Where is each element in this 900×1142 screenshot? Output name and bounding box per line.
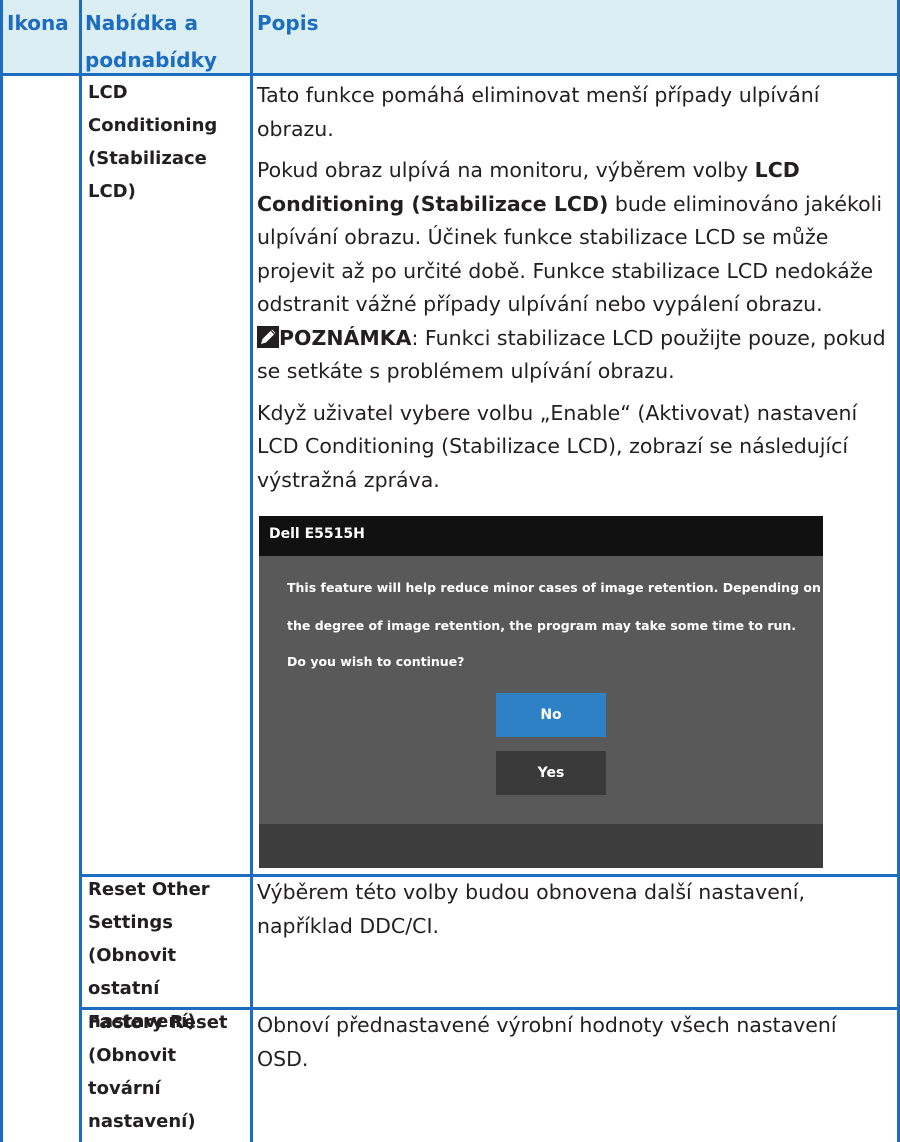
desc-cell-lcd-conditioning: Tato funkce pomáhá eliminovat menší příp… — [257, 79, 887, 497]
header-desc-label: Popis — [257, 11, 319, 35]
desc-paragraph-2: Pokud obraz ulpívá na monitoru, výběrem … — [257, 154, 887, 322]
header-menu-line1: Nabídka a — [85, 11, 198, 35]
table-divider-menu-desc — [250, 0, 253, 1142]
desc-cell-reset-other-settings: Výběrem této volby budou obnovena další … — [257, 880, 806, 938]
menu-line: Settings — [88, 912, 173, 933]
desc-text: Pokud obraz ulpívá na monitoru, výběrem … — [257, 158, 755, 182]
desc-paragraph-1: Tato funkce pomáhá eliminovat menší příp… — [257, 83, 820, 141]
menu-line: ostatní — [88, 978, 160, 999]
menu-line: tovární — [88, 1078, 161, 1099]
dialog-message-line1: This feature will help reduce minor case… — [287, 580, 821, 595]
table-border-left — [0, 0, 3, 1142]
header-cell-icon: Ikona — [0, 0, 79, 76]
desc-cell-factory-reset: Obnoví přednastavené výrobní hodnoty vše… — [257, 1013, 837, 1071]
menu-line: nastavení) — [88, 1111, 196, 1132]
menu-line: Conditioning — [88, 115, 218, 136]
menu-cell-lcd-conditioning: LCD Conditioning (Stabilizace LCD) — [88, 76, 217, 208]
menu-line: Reset Other — [88, 879, 210, 900]
header-menu-label: Nabídka a podnabídky — [85, 5, 217, 79]
note-label: POZNÁMKA — [279, 325, 412, 350]
menu-line: LCD — [88, 82, 128, 103]
header-icon-label: Ikona — [7, 11, 69, 35]
desc-paragraph-3: Když uživatel vybere volbu „Enable“ (Akt… — [257, 400, 858, 492]
menu-cell-factory-reset: Factory Reset (Obnovit tovární nastavení… — [88, 1006, 228, 1138]
menu-line: (Stabilizace — [88, 148, 207, 169]
table-divider-icon-menu — [79, 0, 82, 1142]
menu-line: Factory Reset — [88, 1012, 228, 1033]
menu-line: (Obnovit — [88, 945, 177, 966]
pencil-note-icon — [257, 325, 279, 348]
menu-line: (Obnovit — [88, 1045, 177, 1066]
dialog-title-bar: Dell E5515H — [259, 516, 823, 556]
header-cell-menu: Nabídka a podnabídky — [82, 0, 250, 76]
yes-button[interactable]: Yes — [496, 751, 606, 795]
dialog-message-line3: Do you wish to continue? — [287, 654, 465, 669]
no-button[interactable]: No — [496, 693, 606, 737]
dialog-footer-bar — [259, 824, 823, 868]
dialog-title: Dell E5515H — [269, 526, 365, 542]
note-paragraph: POZNÁMKA: Funkci stabilizace LCD použijt… — [257, 322, 887, 389]
header-cell-desc: Popis — [253, 0, 900, 76]
warning-dialog: Dell E5515H This feature will help reduc… — [259, 516, 823, 868]
menu-line: LCD) — [88, 181, 136, 202]
dialog-message-line2: the degree of image retention, the progr… — [287, 618, 797, 633]
